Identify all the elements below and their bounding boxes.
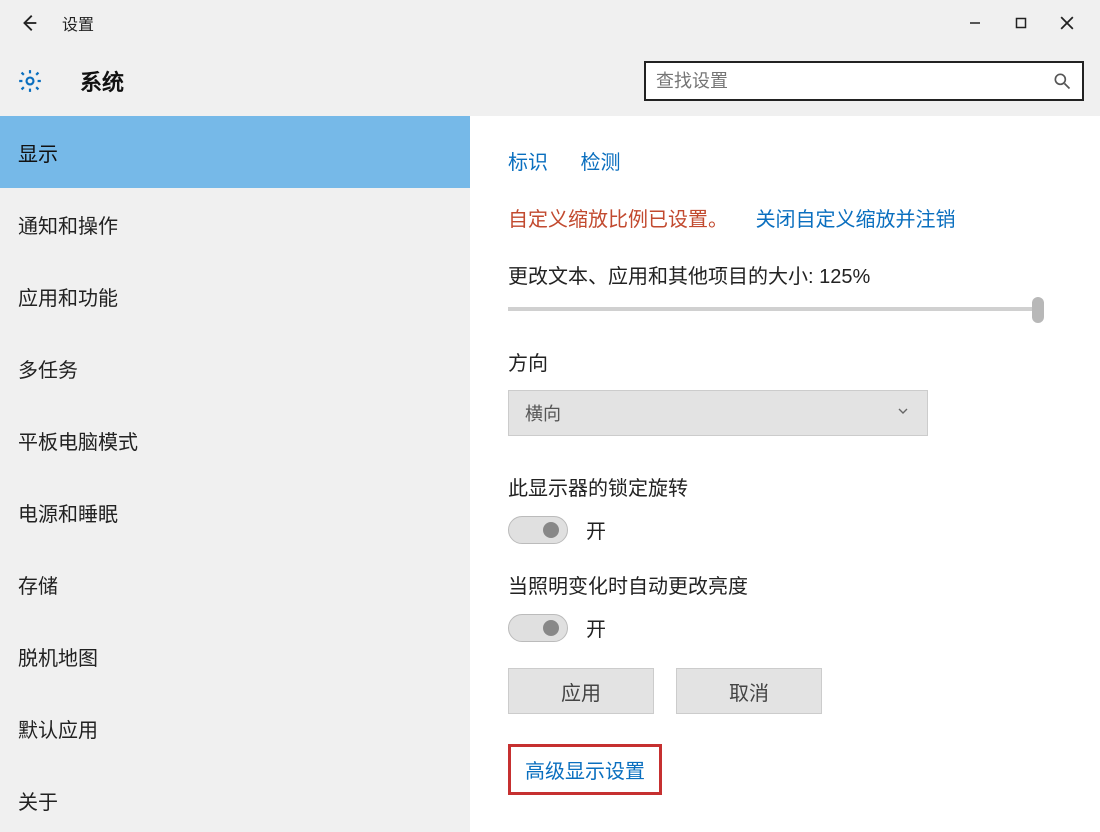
custom-scale-text: 自定义缩放比例已设置。 [508,209,728,231]
advanced-display-link[interactable]: 高级显示设置 [525,761,645,783]
sidebar-item-7[interactable]: 脱机地图 [0,620,470,692]
chevron-down-icon [895,403,911,424]
header: 系统 [0,46,1100,116]
sidebar-item-6[interactable]: 存储 [0,548,470,620]
lock-rotation-toggle[interactable] [508,516,568,544]
lock-rotation-state: 开 [586,515,606,544]
toggle-knob [543,620,559,636]
auto-brightness-toggle[interactable] [508,614,568,642]
search-box[interactable] [644,61,1084,101]
apply-button[interactable]: 应用 [508,668,654,714]
sidebar-item-1[interactable]: 通知和操作 [0,188,470,260]
orientation-dropdown[interactable]: 横向 [508,390,928,436]
close-button[interactable] [1044,0,1090,46]
close-custom-scale-link[interactable]: 关闭自定义缩放并注销 [756,209,956,231]
sidebar-item-5[interactable]: 电源和睡眠 [0,476,470,548]
sidebar-item-8[interactable]: 默认应用 [0,692,470,764]
detect-link[interactable]: 检测 [580,152,620,174]
display-action-links: 标识 检测 [508,146,1072,175]
sidebar-item-4[interactable]: 平板电脑模式 [0,404,470,476]
advanced-display-highlight: 高级显示设置 [508,744,662,795]
search-input[interactable] [656,71,1052,92]
toggle-knob [543,522,559,538]
slider-thumb[interactable] [1032,297,1044,323]
window-title: 设置 [62,11,94,35]
back-button[interactable] [10,4,48,42]
scale-label: 更改文本、应用和其他项目的大小: 125% [508,260,1072,289]
auto-brightness-label: 当照明变化时自动更改亮度 [508,570,1072,599]
sidebar-item-2[interactable]: 应用和功能 [0,260,470,332]
titlebar: 设置 [0,0,1100,46]
identify-link[interactable]: 标识 [508,152,548,174]
gear-icon [16,67,44,95]
orientation-label: 方向 [508,347,1072,376]
sidebar-item-3[interactable]: 多任务 [0,332,470,404]
search-icon [1052,71,1072,91]
cancel-button[interactable]: 取消 [676,668,822,714]
custom-scale-notice: 自定义缩放比例已设置。 关闭自定义缩放并注销 [508,203,1072,232]
maximize-button[interactable] [998,0,1044,46]
sidebar-item-9[interactable]: 关于 [0,764,470,832]
orientation-value: 横向 [525,400,561,426]
lock-rotation-label: 此显示器的锁定旋转 [508,472,1072,501]
auto-brightness-state: 开 [586,613,606,642]
section-title: 系统 [80,65,124,97]
scale-slider[interactable] [508,307,1038,311]
content-panel: 标识 检测 自定义缩放比例已设置。 关闭自定义缩放并注销 更改文本、应用和其他项… [470,116,1100,832]
sidebar: 显示通知和操作应用和功能多任务平板电脑模式电源和睡眠存储脱机地图默认应用关于 [0,116,470,832]
sidebar-item-0[interactable]: 显示 [0,116,470,188]
minimize-button[interactable] [952,0,998,46]
